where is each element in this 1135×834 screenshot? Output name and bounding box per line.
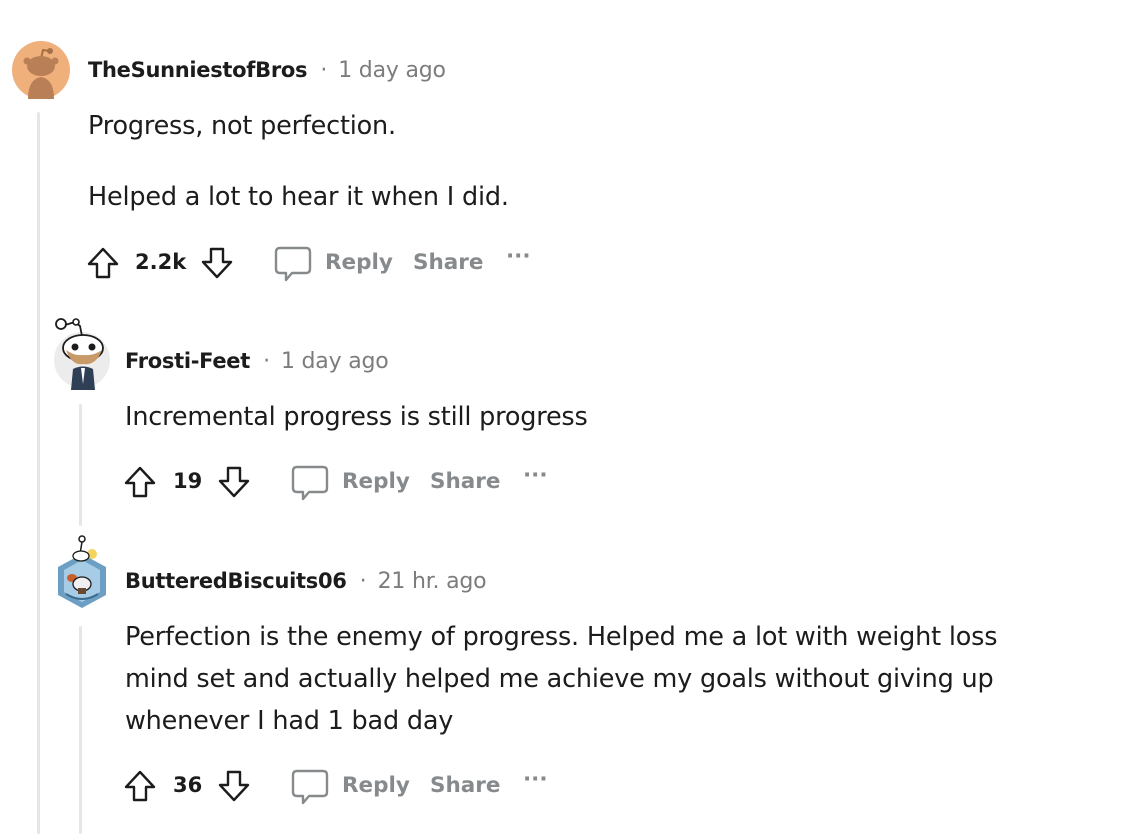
comment-author[interactable]: Frosti-Feet xyxy=(125,349,250,373)
meta-separator: · xyxy=(263,349,270,374)
upvote-arrow-icon[interactable] xyxy=(86,246,120,280)
share-button[interactable]: Share xyxy=(430,773,500,798)
share-button[interactable]: Share xyxy=(413,250,483,275)
comment-bubble-icon[interactable] xyxy=(273,244,313,284)
comment-bubble-icon[interactable] xyxy=(290,463,330,503)
upvote-arrow-icon[interactable] xyxy=(123,769,157,803)
upvote-arrow-icon[interactable] xyxy=(123,465,157,499)
snoo-avatar-suit-icon[interactable] xyxy=(52,314,112,390)
reply-button[interactable]: Reply xyxy=(342,773,410,798)
reply-button[interactable]: Reply xyxy=(325,250,393,275)
thread-line-level-2b[interactable] xyxy=(79,626,82,834)
downvote-arrow-icon[interactable] xyxy=(200,246,234,280)
share-button[interactable]: Share xyxy=(430,469,500,494)
comment-timestamp[interactable]: 1 day ago xyxy=(281,349,389,374)
comment-body-line: Incremental progress is still progress xyxy=(125,402,588,432)
comment-author[interactable]: TheSunniestofBros xyxy=(88,58,308,82)
comment-header: ButteredBiscuits06 · 21 hr. ago xyxy=(125,569,487,594)
comment-body-line: Helped a lot to hear it when I did. xyxy=(88,182,509,212)
comment-header: TheSunniestofBros · 1 day ago xyxy=(88,58,446,83)
vote-count: 2.2k xyxy=(135,250,187,274)
comment-timestamp[interactable]: 1 day ago xyxy=(338,58,446,83)
comment-header: Frosti-Feet · 1 day ago xyxy=(125,349,389,374)
comment-body-line: whenever I had 1 bad day xyxy=(125,706,454,736)
comment-body-line: Perfection is the enemy of progress. Hel… xyxy=(125,622,998,652)
more-options-button[interactable]: ··· xyxy=(506,244,531,269)
vote-count: 36 xyxy=(173,773,203,797)
reply-button[interactable]: Reply xyxy=(342,469,410,494)
more-options-button[interactable]: ··· xyxy=(523,767,548,792)
vote-count: 19 xyxy=(173,469,203,493)
snoo-avatar-orange-icon[interactable] xyxy=(12,41,70,99)
meta-separator: · xyxy=(359,569,367,594)
comment-body-line: mind set and actually helped me achieve … xyxy=(125,664,994,694)
downvote-arrow-icon[interactable] xyxy=(217,769,251,803)
meta-separator: · xyxy=(320,58,328,83)
comment-timestamp[interactable]: 21 hr. ago xyxy=(378,569,487,594)
thread-line-level-1[interactable] xyxy=(37,112,40,834)
downvote-arrow-icon[interactable] xyxy=(217,465,251,499)
comment-bubble-icon[interactable] xyxy=(290,767,330,807)
thread-line-level-2a[interactable] xyxy=(79,404,82,526)
comment-body-line: Progress, not perfection. xyxy=(88,111,396,141)
comment-author[interactable]: ButteredBiscuits06 xyxy=(125,569,347,593)
snoo-avatar-hex-icon[interactable] xyxy=(54,534,110,610)
more-options-button[interactable]: ··· xyxy=(523,463,548,488)
